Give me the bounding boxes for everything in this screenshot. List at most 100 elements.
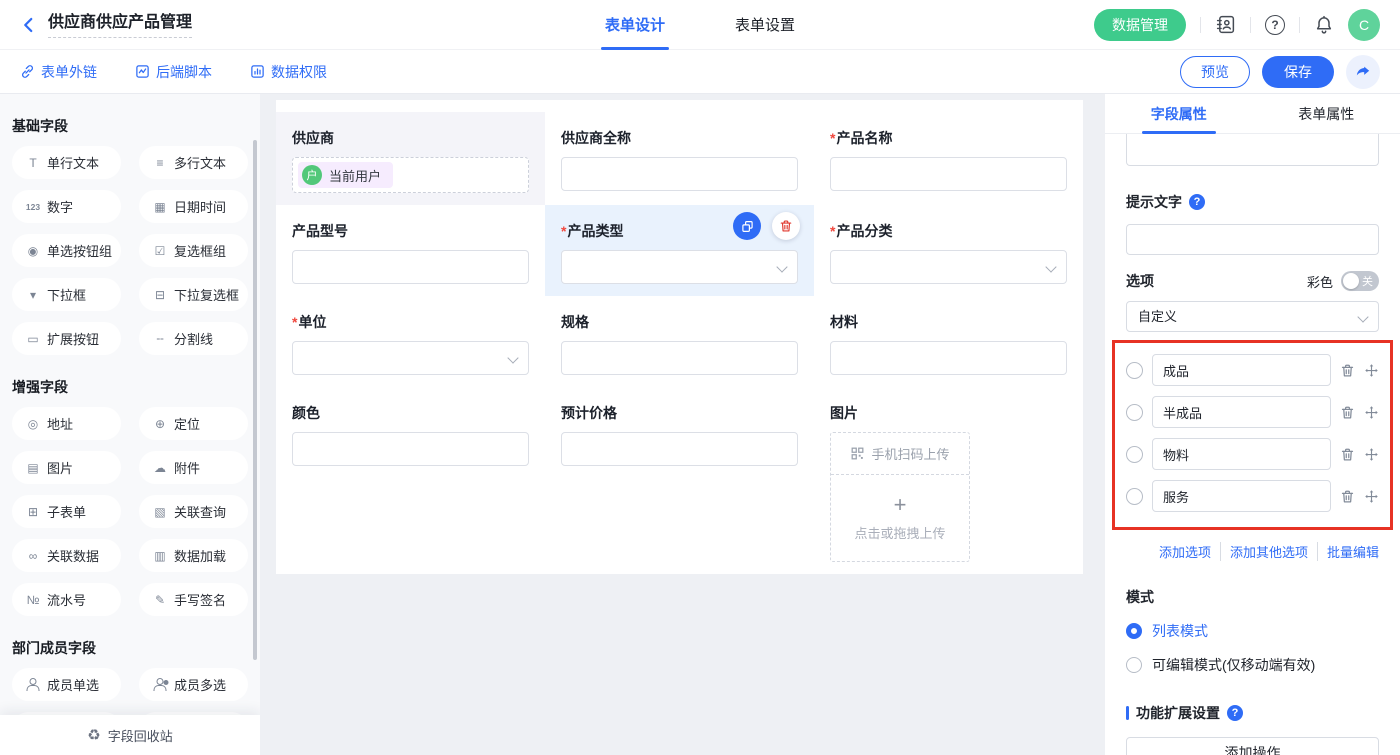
option-input-2[interactable] <box>1152 396 1331 428</box>
field-material[interactable]: 材料 <box>814 296 1083 387</box>
delete-option-button[interactable] <box>1340 489 1355 504</box>
chip-linked-data[interactable]: ∞关联数据 <box>12 539 121 572</box>
preview-button[interactable]: 预览 <box>1180 56 1250 88</box>
field-unit[interactable]: *单位 <box>276 296 545 387</box>
material-input[interactable] <box>830 341 1067 375</box>
field-estimated-price[interactable]: 预计价格 <box>545 387 814 574</box>
drag-option-handle[interactable] <box>1364 405 1379 420</box>
chip-attachment[interactable]: ☁附件 <box>139 451 248 484</box>
user-avatar[interactable]: C <box>1348 9 1380 41</box>
data-load-icon: ▥ <box>152 549 168 563</box>
field-spec[interactable]: 规格 <box>545 296 814 387</box>
drag-option-handle[interactable] <box>1364 447 1379 462</box>
hint-help-icon[interactable]: ? <box>1189 194 1205 210</box>
data-permission-link[interactable]: 数据权限 <box>250 62 327 82</box>
tab-form-properties[interactable]: 表单属性 <box>1253 94 1400 133</box>
color-toggle[interactable]: 关 <box>1341 271 1379 291</box>
data-manage-button[interactable]: 数据管理 <box>1094 9 1186 41</box>
supplier-input[interactable]: 户 当前用户 <box>292 157 529 193</box>
image-icon: ▤ <box>25 461 41 475</box>
copy-field-button[interactable] <box>733 212 761 240</box>
delete-field-button[interactable] <box>772 212 800 240</box>
spec-input[interactable] <box>561 341 798 375</box>
delete-option-button[interactable] <box>1340 363 1355 378</box>
drag-option-handle[interactable] <box>1364 489 1379 504</box>
chip-radio-group[interactable]: ◉单选按钮组 <box>12 234 121 267</box>
option-input-1[interactable] <box>1152 354 1331 386</box>
help-icon[interactable]: ? <box>1265 15 1285 35</box>
add-option-link[interactable]: 添加选项 <box>1159 542 1211 561</box>
chip-serial-number[interactable]: №流水号 <box>12 583 121 616</box>
product-type-select[interactable] <box>561 250 798 284</box>
backend-script-link[interactable]: 后端脚本 <box>135 62 212 82</box>
qr-upload-button[interactable]: 手机扫码上传 <box>831 433 969 475</box>
color-input[interactable] <box>292 432 529 466</box>
batch-edit-link[interactable]: 批量编辑 <box>1317 542 1379 561</box>
delete-option-button[interactable] <box>1340 405 1355 420</box>
contacts-icon[interactable] <box>1215 14 1236 35</box>
color-toggle-label: 彩色 <box>1307 272 1333 291</box>
option-radio <box>1126 488 1143 505</box>
option-input-3[interactable] <box>1152 438 1331 470</box>
extension-help-icon[interactable]: ? <box>1227 705 1243 721</box>
field-supplier[interactable]: 供应商 户 当前用户 <box>276 112 545 205</box>
radio-selected-icon <box>1126 623 1142 639</box>
chip-datetime[interactable]: ▦日期时间 <box>139 190 248 223</box>
chip-subform[interactable]: ⊞子表单 <box>12 495 121 528</box>
chip-multi-line-text[interactable]: ≡多行文本 <box>139 146 248 179</box>
hint-text-input[interactable] <box>1126 224 1379 255</box>
field-product-category[interactable]: *产品分类 <box>814 205 1083 296</box>
chip-image[interactable]: ▤图片 <box>12 451 121 484</box>
form-title[interactable]: 供应商供应产品管理 <box>48 12 192 38</box>
chip-checkbox-group[interactable]: ☑复选框组 <box>139 234 248 267</box>
drop-upload-area[interactable]: + 点击或拖拽上传 <box>831 475 969 561</box>
back-button[interactable] <box>20 16 38 34</box>
chip-signature[interactable]: ✎手写签名 <box>139 583 248 616</box>
chip-extend-button[interactable]: ▭扩展按钮 <box>12 322 121 355</box>
mode-list[interactable]: 列表模式 <box>1126 621 1379 641</box>
field-supplier-fullname[interactable]: 供应商全称 <box>545 112 814 205</box>
chip-location[interactable]: ⊕定位 <box>139 407 248 440</box>
chip-divider-line[interactable]: ╌分割线 <box>139 322 248 355</box>
unit-select[interactable] <box>292 341 529 375</box>
form-external-link[interactable]: 表单外链 <box>20 62 97 82</box>
chip-linked-query[interactable]: ▧关联查询 <box>139 495 248 528</box>
field-product-type-selected[interactable]: *产品类型 <box>545 205 814 296</box>
option-source-select[interactable]: 自定义 <box>1126 301 1379 332</box>
tab-form-design[interactable]: 表单设计 <box>605 0 665 50</box>
chip-member-single[interactable]: 成员单选 <box>12 668 121 701</box>
drag-option-handle[interactable] <box>1364 363 1379 378</box>
trash-icon <box>779 219 793 233</box>
back-chevron-icon <box>20 16 38 34</box>
save-button[interactable]: 保存 <box>1262 56 1334 88</box>
supplier-fullname-input[interactable] <box>561 157 798 191</box>
chip-number[interactable]: 123数字 <box>12 190 121 223</box>
chip-single-line-text[interactable]: T单行文本 <box>12 146 121 179</box>
product-name-input[interactable] <box>830 157 1067 191</box>
product-category-select[interactable] <box>830 250 1067 284</box>
chip-member-multi[interactable]: 成员多选 <box>139 668 248 701</box>
field-recycle-bin[interactable]: ♻ 字段回收站 <box>0 715 260 755</box>
add-action-button[interactable]: 添加操作 <box>1126 737 1379 755</box>
estimated-price-input[interactable] <box>561 432 798 466</box>
mode-editable[interactable]: 可编辑模式(仅移动端有效) <box>1126 655 1379 675</box>
chip-multi-select[interactable]: ⊟下拉复选框 <box>139 278 248 311</box>
field-product-model[interactable]: 产品型号 <box>276 205 545 296</box>
tab-field-properties[interactable]: 字段属性 <box>1105 94 1253 133</box>
field-product-name[interactable]: *产品名称 <box>814 112 1083 205</box>
tab-form-settings[interactable]: 表单设置 <box>735 0 795 50</box>
chip-select[interactable]: ▾下拉框 <box>12 278 121 311</box>
field-color[interactable]: 颜色 <box>276 387 545 574</box>
serial-number-icon: № <box>25 593 41 607</box>
chip-data-load[interactable]: ▥数据加载 <box>139 539 248 572</box>
bell-icon[interactable] <box>1314 15 1334 35</box>
chip-address[interactable]: ◎地址 <box>12 407 121 440</box>
sidebar-scrollbar[interactable] <box>253 140 257 660</box>
option-input-4[interactable] <box>1152 480 1331 512</box>
field-image-upload[interactable]: 图片 手机扫码上传 + 点击或拖拽上传 <box>814 387 1083 574</box>
field-title-input-partial[interactable] <box>1126 134 1379 166</box>
share-button[interactable] <box>1346 55 1380 89</box>
product-model-input[interactable] <box>292 250 529 284</box>
add-other-option-link[interactable]: 添加其他选项 <box>1220 542 1308 561</box>
delete-option-button[interactable] <box>1340 447 1355 462</box>
